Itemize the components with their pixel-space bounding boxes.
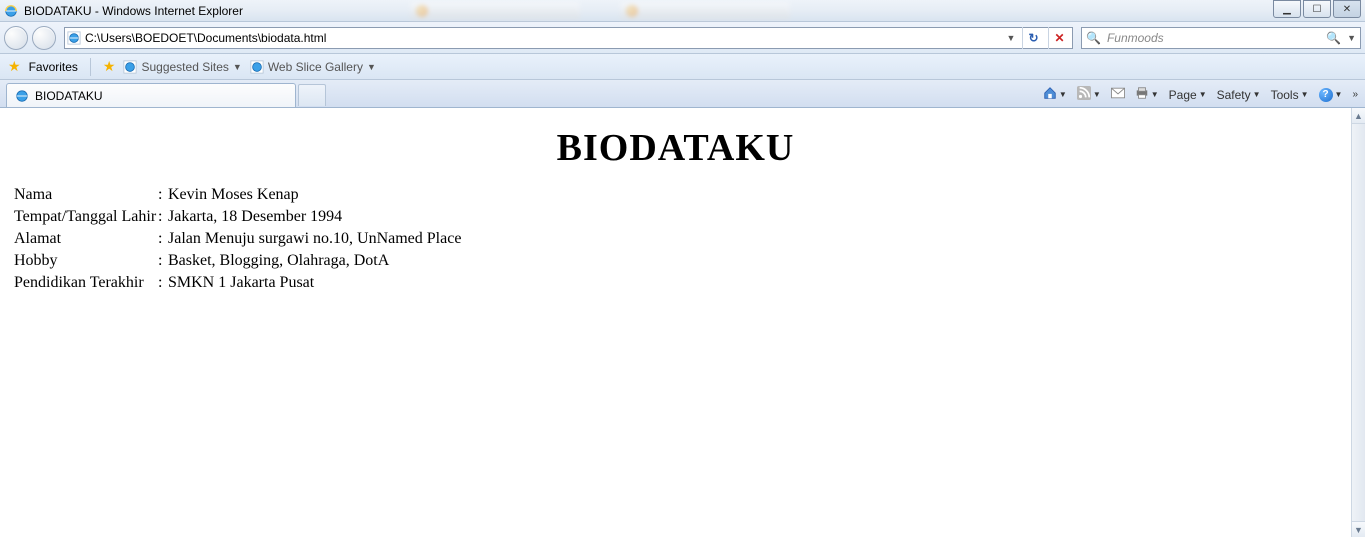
search-go-icon[interactable]: 🔍	[1326, 31, 1341, 45]
scroll-up-icon[interactable]: ▲	[1352, 108, 1365, 124]
chevron-down-icon: ▼	[1335, 90, 1343, 99]
forward-button[interactable]	[32, 26, 56, 50]
tab-command-bar: BIODATAKU ▼ ▼ ▼ Page ▼	[0, 80, 1365, 108]
hobby-value: Basket, Blogging, Olahraga, DotA	[168, 250, 461, 272]
biodata-table: Nama : Kevin Moses Kenap Tempat/Tanggal …	[14, 184, 461, 294]
back-button[interactable]	[4, 26, 28, 50]
refresh-icon: ↻	[1028, 31, 1038, 45]
chevron-down-icon: ▼	[1253, 90, 1261, 99]
window-titlebar: BIODATAKU - Windows Internet Explorer ▁ …	[0, 0, 1365, 22]
home-icon	[1043, 86, 1057, 103]
navigation-bar: C:\Users\BOEDOET\Documents\biodata.html …	[0, 22, 1365, 54]
colon: :	[158, 250, 168, 272]
page-body: BIODATAKU Nama : Kevin Moses Kenap Tempa…	[0, 108, 1351, 537]
read-mail-button[interactable]	[1109, 87, 1127, 102]
scroll-down-icon[interactable]: ▼	[1352, 521, 1365, 537]
chevron-down-icon: ▼	[1151, 90, 1159, 99]
printer-icon	[1135, 86, 1149, 103]
web-slice-gallery-label: Web Slice Gallery	[268, 60, 363, 74]
table-row: Tempat/Tanggal Lahir : Jakarta, 18 Desem…	[14, 206, 461, 228]
search-dropdown-icon[interactable]: ▼	[1347, 33, 1356, 43]
help-button[interactable]: ? ▼	[1317, 88, 1345, 102]
window-title: BIODATAKU - Windows Internet Explorer	[24, 4, 243, 18]
chevron-down-icon: ▼	[1199, 90, 1207, 99]
address-dropdown-icon[interactable]: ▼	[1004, 33, 1018, 43]
chevron-down-icon: ▼	[1301, 90, 1309, 99]
colon: :	[158, 228, 168, 250]
home-button[interactable]: ▼	[1041, 86, 1069, 103]
address-url: C:\Users\BOEDOET\Documents\biodata.html	[85, 31, 1000, 45]
search-icon: 🔍	[1086, 31, 1101, 45]
background-tabs-blur	[410, 2, 790, 20]
chevron-down-icon: ▼	[233, 62, 242, 72]
search-placeholder: Funmoods	[1107, 31, 1320, 45]
nama-value: Kevin Moses Kenap	[168, 184, 461, 206]
chevron-down-icon: ▼	[1059, 90, 1067, 99]
favorites-label[interactable]: Favorites	[29, 60, 78, 74]
colon: :	[158, 272, 168, 294]
table-row: Nama : Kevin Moses Kenap	[14, 184, 461, 206]
pendidikan-label: Pendidikan Terakhir	[14, 272, 158, 294]
page-heading: BIODATAKU	[14, 126, 1337, 170]
ie-app-icon	[4, 4, 18, 18]
window-close-button[interactable]: ✕	[1333, 0, 1361, 18]
page-viewport: BIODATAKU Nama : Kevin Moses Kenap Tempa…	[0, 108, 1365, 537]
table-row: Hobby : Basket, Blogging, Olahraga, DotA	[14, 250, 461, 272]
page-favicon-icon	[67, 31, 81, 45]
tab-title: BIODATAKU	[35, 89, 103, 103]
divider	[90, 58, 91, 76]
tab-favicon-icon	[15, 89, 29, 103]
vertical-scrollbar[interactable]: ▲ ▼	[1351, 108, 1365, 537]
rss-icon	[1077, 86, 1091, 103]
nama-label: Nama	[14, 184, 158, 206]
table-row: Pendidikan Terakhir : SMKN 1 Jakarta Pus…	[14, 272, 461, 294]
safety-menu-button[interactable]: Safety ▼	[1215, 88, 1263, 102]
stop-icon: ✕	[1054, 31, 1064, 45]
safety-menu-label: Safety	[1217, 88, 1251, 102]
page-menu-label: Page	[1169, 88, 1197, 102]
page-icon	[123, 60, 137, 74]
search-box[interactable]: 🔍 Funmoods 🔍 ▼	[1081, 27, 1361, 49]
web-slice-gallery-button[interactable]: Web Slice Gallery ▼	[250, 60, 376, 74]
alamat-label: Alamat	[14, 228, 158, 250]
ttl-value: Jakarta, 18 Desember 1994	[168, 206, 461, 228]
favorites-star-icon[interactable]: ★	[8, 58, 21, 75]
address-bar[interactable]: C:\Users\BOEDOET\Documents\biodata.html …	[64, 27, 1073, 49]
toolbar-overflow-icon[interactable]: »	[1352, 89, 1359, 100]
stop-button[interactable]: ✕	[1048, 27, 1070, 49]
colon: :	[158, 206, 168, 228]
pendidikan-value: SMKN 1 Jakarta Pusat	[168, 272, 461, 294]
colon: :	[158, 184, 168, 206]
hobby-label: Hobby	[14, 250, 158, 272]
mail-icon	[1111, 87, 1125, 102]
favorites-bar: ★ Favorites ★ Suggested Sites ▼ Web Slic…	[0, 54, 1365, 80]
chevron-down-icon: ▼	[1093, 90, 1101, 99]
suggested-sites-label: Suggested Sites	[141, 60, 228, 74]
new-tab-button[interactable]	[298, 84, 326, 106]
feeds-button[interactable]: ▼	[1075, 86, 1103, 103]
chevron-down-icon: ▼	[367, 62, 376, 72]
page-menu-button[interactable]: Page ▼	[1167, 88, 1209, 102]
help-icon: ?	[1319, 88, 1333, 102]
window-minimize-button[interactable]: ▁	[1273, 0, 1301, 18]
alamat-value: Jalan Menuju surgawi no.10, UnNamed Plac…	[168, 228, 461, 250]
refresh-button[interactable]: ↻	[1022, 27, 1044, 49]
tools-menu-label: Tools	[1271, 88, 1299, 102]
tools-menu-button[interactable]: Tools ▼	[1269, 88, 1311, 102]
page-icon	[250, 60, 264, 74]
add-favorite-icon[interactable]: ★	[103, 58, 116, 75]
ttl-label: Tempat/Tanggal Lahir	[14, 206, 158, 228]
suggested-sites-button[interactable]: Suggested Sites ▼	[123, 60, 241, 74]
window-maximize-button[interactable]: ☐	[1303, 0, 1331, 18]
table-row: Alamat : Jalan Menuju surgawi no.10, UnN…	[14, 228, 461, 250]
print-button[interactable]: ▼	[1133, 86, 1161, 103]
browser-tab[interactable]: BIODATAKU	[6, 83, 296, 107]
